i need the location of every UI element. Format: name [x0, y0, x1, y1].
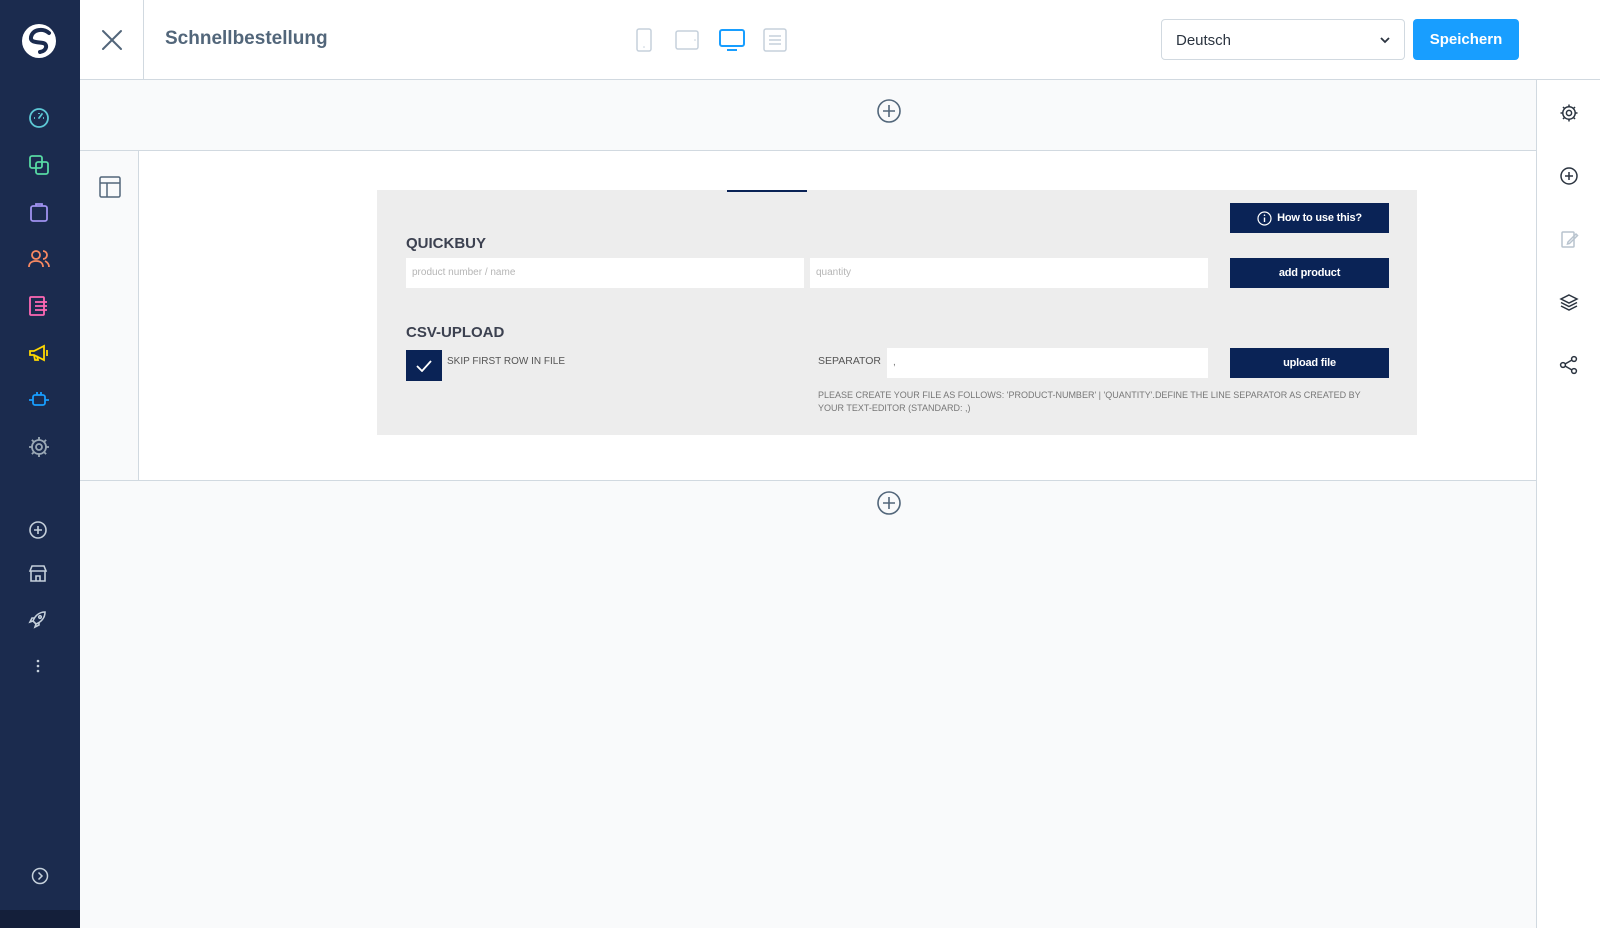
sidebar-footer — [0, 910, 80, 928]
storefront-icon[interactable] — [28, 563, 48, 583]
product-number-placeholder: product number / name — [412, 267, 516, 278]
info-icon — [1257, 210, 1272, 226]
page-settings-button[interactable] — [1559, 103, 1579, 123]
close-button[interactable] — [80, 0, 144, 80]
settings-icon — [1560, 104, 1578, 122]
desktop-icon — [719, 29, 745, 51]
device-desktop-button[interactable] — [719, 29, 745, 51]
device-tablet-button[interactable] — [675, 30, 699, 50]
form-icon — [763, 28, 787, 52]
marketing-icon[interactable] — [27, 341, 51, 365]
quickbuy-heading: QUICKBUY — [406, 235, 487, 252]
product-number-input[interactable]: product number / name — [406, 258, 804, 288]
section-content: How to use this? QUICKBUY product number… — [139, 151, 1536, 480]
quantity-input[interactable]: quantity — [810, 258, 1208, 288]
language-select[interactable]: Deutsch — [1161, 19, 1405, 60]
add-product-button[interactable]: add product — [1230, 258, 1389, 288]
orders-icon[interactable] — [27, 200, 51, 224]
add-channel-icon[interactable] — [28, 520, 48, 540]
admin-sidebar — [0, 0, 80, 928]
cms-section[interactable]: How to use this? QUICKBUY product number… — [80, 150, 1536, 481]
shopware-logo-icon[interactable] — [20, 22, 58, 60]
separator-label: SEPARATOR — [818, 355, 882, 367]
add-blocks-button[interactable] — [1559, 166, 1579, 186]
skip-first-row-label: SKIP FIRST ROW IN FILE — [447, 356, 565, 367]
device-mobile-button[interactable] — [636, 28, 652, 52]
add-section-top-button[interactable] — [876, 98, 902, 124]
mobile-icon — [636, 28, 652, 52]
collapse-icon[interactable] — [30, 866, 50, 886]
page-title: Schnellbestellung — [165, 28, 328, 49]
edit-icon — [1561, 231, 1579, 248]
csv-format-note: PLEASE CREATE YOUR FILE AS FOLLOWS: 'PRO… — [818, 390, 1361, 413]
quickbuy-block[interactable]: How to use this? QUICKBUY product number… — [377, 190, 1417, 435]
layers-button[interactable] — [1559, 292, 1579, 312]
more-icon[interactable] — [28, 656, 48, 676]
add-section-icon — [877, 491, 901, 515]
block-tab-indicator — [727, 190, 807, 192]
csv-upload-heading: CSV-UPLOAD — [406, 324, 505, 341]
share-button[interactable] — [1559, 355, 1579, 375]
language-select-value: Deutsch — [1176, 32, 1232, 49]
save-button[interactable]: Speichern — [1413, 19, 1519, 60]
dashboard-icon[interactable] — [27, 106, 51, 130]
content-icon[interactable] — [27, 294, 51, 318]
skip-first-row-checkbox[interactable] — [406, 350, 442, 381]
tablet-icon — [675, 30, 699, 50]
settings-icon[interactable] — [27, 435, 51, 459]
catalogue-icon[interactable] — [27, 153, 51, 177]
quantity-placeholder: quantity — [816, 267, 852, 278]
editor-right-sidebar — [1536, 80, 1600, 928]
share-icon — [1559, 355, 1578, 375]
how-to-use-button[interactable]: How to use this? — [1230, 203, 1389, 233]
chevron-down-icon — [1380, 37, 1390, 44]
add-block-icon — [1560, 167, 1578, 185]
layout-icon[interactable] — [99, 176, 121, 198]
how-to-use-label: How to use this? — [1277, 212, 1362, 224]
separator-value: , — [893, 357, 896, 368]
section-settings-bar — [80, 151, 139, 480]
rocket-icon[interactable] — [28, 609, 48, 629]
edit-block-button[interactable] — [1559, 229, 1579, 249]
extensions-icon[interactable] — [27, 388, 51, 412]
add-section-icon — [877, 99, 901, 123]
customers-icon[interactable] — [27, 247, 51, 271]
add-section-bottom-button[interactable] — [876, 490, 902, 516]
close-icon — [101, 30, 122, 50]
editor-header: Schnellbestellung Deutsch Speichern — [80, 0, 1600, 80]
device-form-button[interactable] — [763, 28, 787, 52]
checkmark-icon — [416, 359, 432, 372]
editor-canvas: How to use this? QUICKBUY product number… — [80, 80, 1536, 928]
upload-file-button[interactable]: upload file — [1230, 348, 1389, 378]
separator-input[interactable]: , — [887, 348, 1208, 378]
layers-icon — [1559, 294, 1579, 311]
